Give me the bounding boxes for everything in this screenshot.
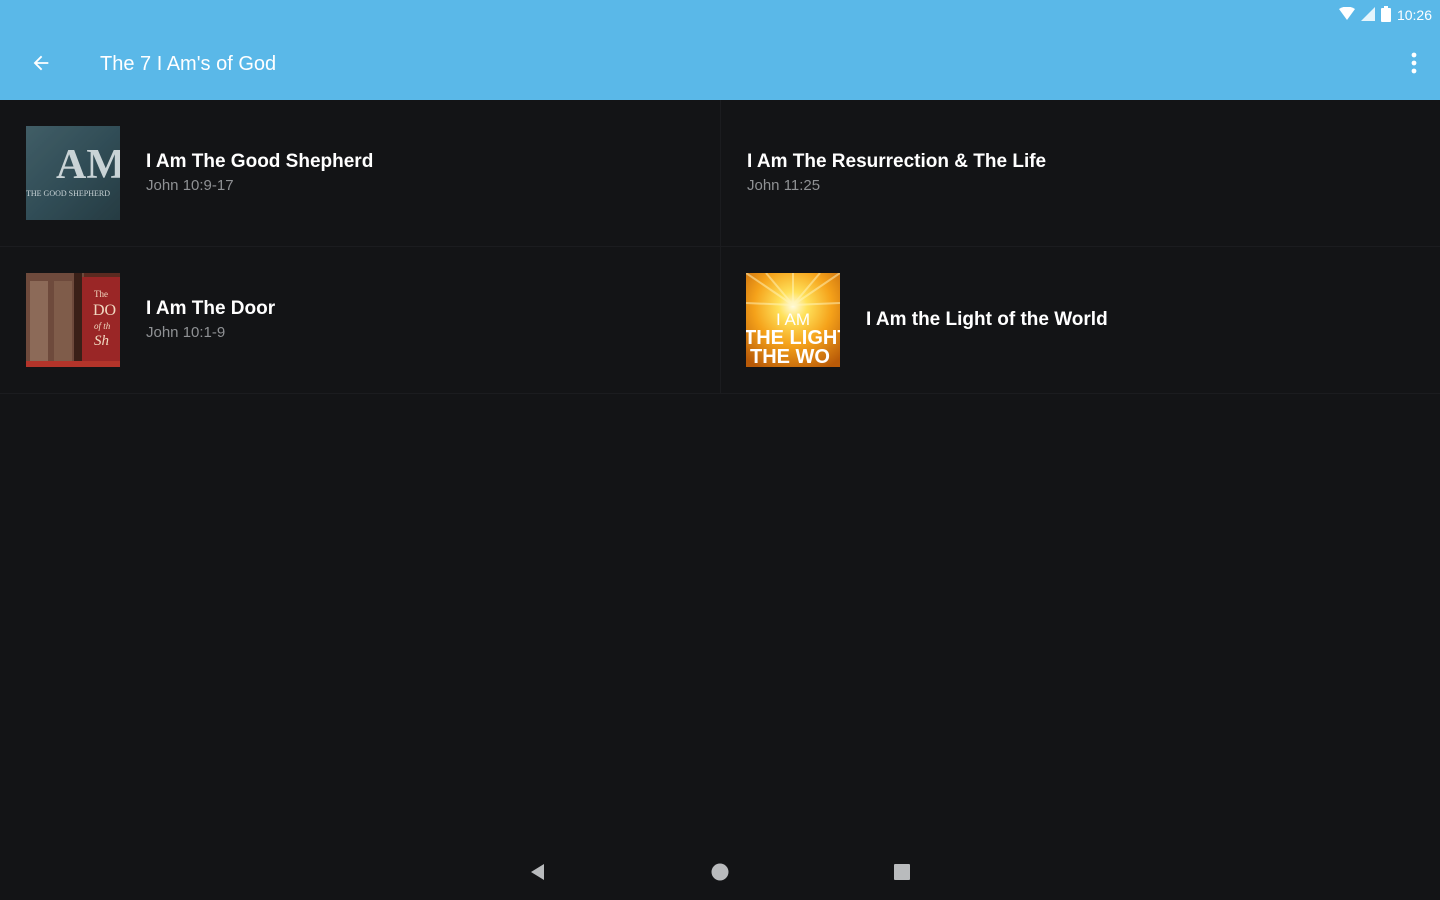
thumb-text: THE WO	[750, 346, 830, 367]
list-item[interactable]: I AM THE LIGHT THE WO I Am the Light of …	[721, 247, 1440, 393]
battery-icon	[1380, 5, 1391, 25]
door-thumbnail: The DO of th Sh	[26, 273, 120, 367]
arrow-left-icon	[33, 55, 49, 71]
nav-home-button[interactable]	[690, 844, 750, 900]
status-time: 10:26	[1396, 7, 1432, 23]
status-bar: 10:26	[1338, 4, 1432, 26]
item-title: I Am The Good Shepherd	[146, 151, 374, 172]
sermon-grid: AM THE GOOD SHEPHERD I Am The Good Sheph…	[0, 100, 1440, 394]
list-item[interactable]: AM THE GOOD SHEPHERD I Am The Good Sheph…	[0, 100, 720, 246]
light-of-world-thumbnail: I AM THE LIGHT THE WO	[746, 273, 840, 367]
thumb-small-text: THE GOOD SHEPHERD	[26, 189, 110, 198]
back-button[interactable]	[22, 44, 60, 82]
triangle-back-icon	[531, 864, 544, 880]
item-subtitle: John 10:1-9	[146, 324, 226, 341]
nav-back-button[interactable]	[508, 844, 568, 900]
list-item[interactable]: The DO of th Sh I Am The Door John 10:1-…	[0, 247, 720, 393]
nav-recents-button[interactable]	[872, 844, 932, 900]
good-shepherd-thumbnail: AM THE GOOD SHEPHERD	[26, 126, 120, 220]
thumb-big-text: AM	[56, 142, 120, 188]
thumb-text: Sh	[94, 333, 109, 349]
wifi-icon	[1338, 6, 1355, 24]
thumb-text: of th	[94, 321, 111, 331]
thumb-text: DO	[93, 302, 116, 319]
circle-home-icon	[711, 863, 729, 881]
thumb-text: The	[94, 289, 108, 299]
list-item[interactable]: I Am The Resurrection & The Life John 11…	[721, 100, 1440, 246]
more-vert-icon	[1411, 52, 1417, 74]
app-bar: 10:26 The 7 I Am's of God	[0, 0, 1440, 100]
item-title: I Am The Door	[146, 298, 276, 319]
system-nav-bar	[0, 844, 1440, 900]
item-subtitle: John 10:9-17	[146, 177, 234, 194]
page-title: The 7 I Am's of God	[100, 53, 277, 75]
item-title: I Am The Resurrection & The Life	[747, 151, 1047, 172]
row-divider	[0, 393, 1440, 394]
overflow-menu-button[interactable]	[1402, 44, 1426, 82]
square-recents-icon	[894, 864, 910, 880]
signal-icon	[1360, 6, 1375, 24]
item-subtitle: John 11:25	[747, 177, 821, 194]
item-title: I Am the Light of the World	[866, 309, 1108, 330]
